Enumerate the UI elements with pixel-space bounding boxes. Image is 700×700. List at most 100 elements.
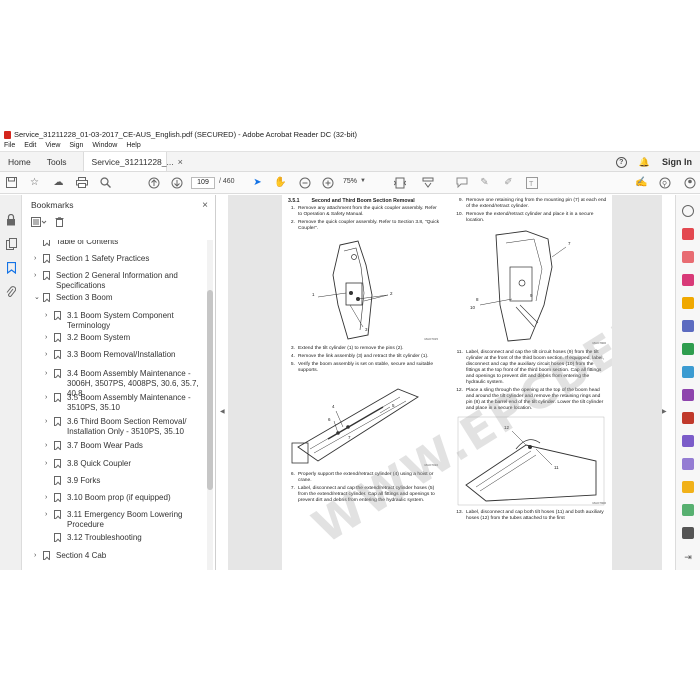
account-icon[interactable] (683, 176, 696, 189)
bookmark-item[interactable]: ⌄ Section 3 Boom (34, 293, 200, 303)
sign-in-button[interactable]: Sign In (662, 157, 692, 167)
chevron-right-icon[interactable]: › (45, 417, 54, 437)
bookmark-item[interactable]: › Section 4 Cab (34, 551, 200, 561)
menu-edit[interactable]: Edit (24, 141, 36, 151)
search-tool-icon[interactable] (682, 205, 694, 217)
bookmark-item[interactable]: Table of Contents (34, 240, 200, 247)
chevron-right-icon[interactable]: › (45, 333, 54, 343)
page-number-input[interactable]: 109 (191, 177, 215, 189)
fig-callout: 12 (504, 425, 510, 430)
scroll-mode-icon[interactable] (421, 176, 434, 189)
measure-icon[interactable] (682, 504, 694, 516)
chevron-right-icon[interactable]: › (45, 493, 54, 503)
bookmark-item[interactable]: 3.9 Forks (45, 476, 200, 486)
step-item: 2. Remove the quick coupler assembly. Ref… (290, 220, 440, 231)
bookmark-options-icon[interactable] (31, 217, 47, 229)
fit-page-icon[interactable] (393, 176, 406, 189)
create-pdf-icon[interactable] (682, 251, 694, 263)
chevron-right-icon[interactable]: › (34, 254, 43, 264)
chevron-down-icon[interactable]: ⌄ (34, 293, 43, 303)
menu-view[interactable]: View (45, 141, 60, 151)
send-signature-icon[interactable] (682, 435, 694, 447)
page-up-icon[interactable] (147, 176, 160, 189)
collapse-left-panel-icon[interactable]: ◀ (220, 408, 225, 415)
comment-tool-icon[interactable] (682, 297, 694, 309)
menu-sign[interactable]: Sign (69, 141, 83, 151)
chevron-right-icon[interactable]: › (45, 350, 54, 360)
menu-file[interactable]: File (4, 141, 15, 151)
fill-sign-tool-icon[interactable] (682, 389, 694, 401)
attachments-icon[interactable] (5, 286, 17, 298)
tab-close-icon[interactable]: × (178, 157, 183, 167)
upload-cloud-icon[interactable]: ☁ (52, 176, 65, 189)
zoom-level[interactable]: 75% (343, 178, 357, 185)
bookmark-item[interactable]: › 3.8 Quick Coupler (45, 459, 200, 469)
chevron-right-icon[interactable]: › (45, 459, 54, 469)
highlight-pen-icon[interactable]: ✎ (478, 176, 491, 189)
tab-home[interactable]: Home (0, 152, 39, 171)
save-icon[interactable] (5, 176, 18, 189)
tab-tools[interactable]: Tools (39, 152, 75, 171)
text-box-icon[interactable]: T (525, 176, 538, 189)
close-panel-icon[interactable]: × (202, 200, 208, 211)
bookmark-item[interactable]: › 3.7 Boom Wear Pads (45, 441, 200, 451)
bookmarks-panel-icon[interactable] (5, 262, 17, 274)
bookmark-label: 3.5 Boom Assembly Maintenance - 3510PS, … (67, 393, 191, 412)
zoom-out-icon[interactable] (298, 176, 311, 189)
zoom-dropdown-icon[interactable]: ▼ (360, 178, 366, 184)
more-tools-icon[interactable] (682, 527, 694, 539)
export-pdf-icon[interactable] (682, 228, 694, 240)
draw-icon[interactable]: ✐ (502, 176, 515, 189)
organize-pages-icon[interactable] (682, 343, 694, 355)
chevron-right-icon[interactable]: › (34, 271, 43, 291)
delete-bookmark-icon[interactable] (55, 217, 64, 229)
figure-tilt-hoses: 12 11 MAO7900 (456, 415, 608, 507)
share-link-icon[interactable]: ⚲ (658, 176, 671, 189)
chevron-right-icon[interactable]: › (45, 441, 54, 451)
menu-help[interactable]: Help (126, 141, 140, 151)
tab-document[interactable]: Service_31211228_... × (82, 152, 183, 171)
collapse-tools-icon[interactable]: ⇥ (682, 552, 694, 564)
bookmark-item[interactable]: › 3.5 Boom Assembly Maintenance - 3510PS,… (45, 393, 200, 413)
document-viewport[interactable]: 3.5.1 Second and Third Boom Section Remo… (228, 195, 662, 570)
page-thumbnails-icon[interactable] (5, 238, 17, 250)
certificates-icon[interactable] (682, 458, 694, 470)
lock-icon[interactable] (5, 214, 17, 226)
hand-tool-icon[interactable]: ✋ (274, 176, 287, 189)
bookmark-item[interactable]: › 3.2 Boom System (45, 333, 200, 343)
chevron-right-icon[interactable]: › (45, 311, 54, 331)
chevron-right-icon[interactable]: › (45, 510, 54, 530)
stamp-icon[interactable] (682, 481, 694, 493)
bell-icon[interactable]: 🔔 (639, 157, 650, 168)
bookmark-item[interactable]: › 3.10 Boom prop (if equipped) (45, 493, 200, 503)
edit-pdf-icon[interactable] (682, 274, 694, 286)
protect-icon[interactable] (682, 412, 694, 424)
search-icon[interactable] (99, 176, 112, 189)
chevron-right-icon[interactable]: › (34, 551, 43, 561)
page-down-icon[interactable] (170, 176, 183, 189)
combine-files-icon[interactable] (682, 320, 694, 332)
bookmark-item[interactable]: › Section 2 General Information and Speci… (34, 271, 200, 291)
bookmark-item[interactable]: › Section 1 Safety Practices (34, 254, 200, 264)
window-title: Service_31211228_01-03-2017_CE-AUS_Engli… (14, 130, 357, 139)
expand-right-panel-icon[interactable]: ▶ (662, 408, 667, 415)
fill-sign-icon[interactable]: ✍ (635, 176, 648, 189)
select-cursor-icon[interactable]: ➤ (251, 176, 264, 189)
chevron-right-icon[interactable]: › (45, 393, 54, 413)
menu-window[interactable]: Window (92, 141, 117, 151)
bookmark-item[interactable]: › 3.3 Boom Removal/Installation (45, 350, 200, 360)
bookmark-item[interactable]: › 3.6 Third Boom Section Removal/ Install… (45, 417, 200, 437)
bookmarks-title: Bookmarks (31, 200, 74, 210)
bookmark-flag-icon (54, 476, 61, 485)
bookmark-star-icon[interactable]: ☆ (28, 176, 41, 189)
bookmark-item[interactable]: › 3.1 Boom System Component Terminology (45, 311, 200, 331)
bookmark-item[interactable]: 3.12 Troubleshooting (45, 533, 200, 543)
zoom-in-icon[interactable] (321, 176, 334, 189)
bookmarks-scrollbar-thumb[interactable] (207, 290, 213, 490)
scan-ocr-icon[interactable] (682, 366, 694, 378)
print-icon[interactable] (75, 176, 88, 189)
help-icon[interactable]: ? (615, 156, 627, 168)
figure-extend-retract-cylinder: 4 5 6 7 MAO7016 (288, 377, 440, 469)
comment-icon[interactable] (455, 176, 468, 189)
bookmark-item[interactable]: › 3.11 Emergency Boom Lowering Procedure (45, 510, 200, 530)
